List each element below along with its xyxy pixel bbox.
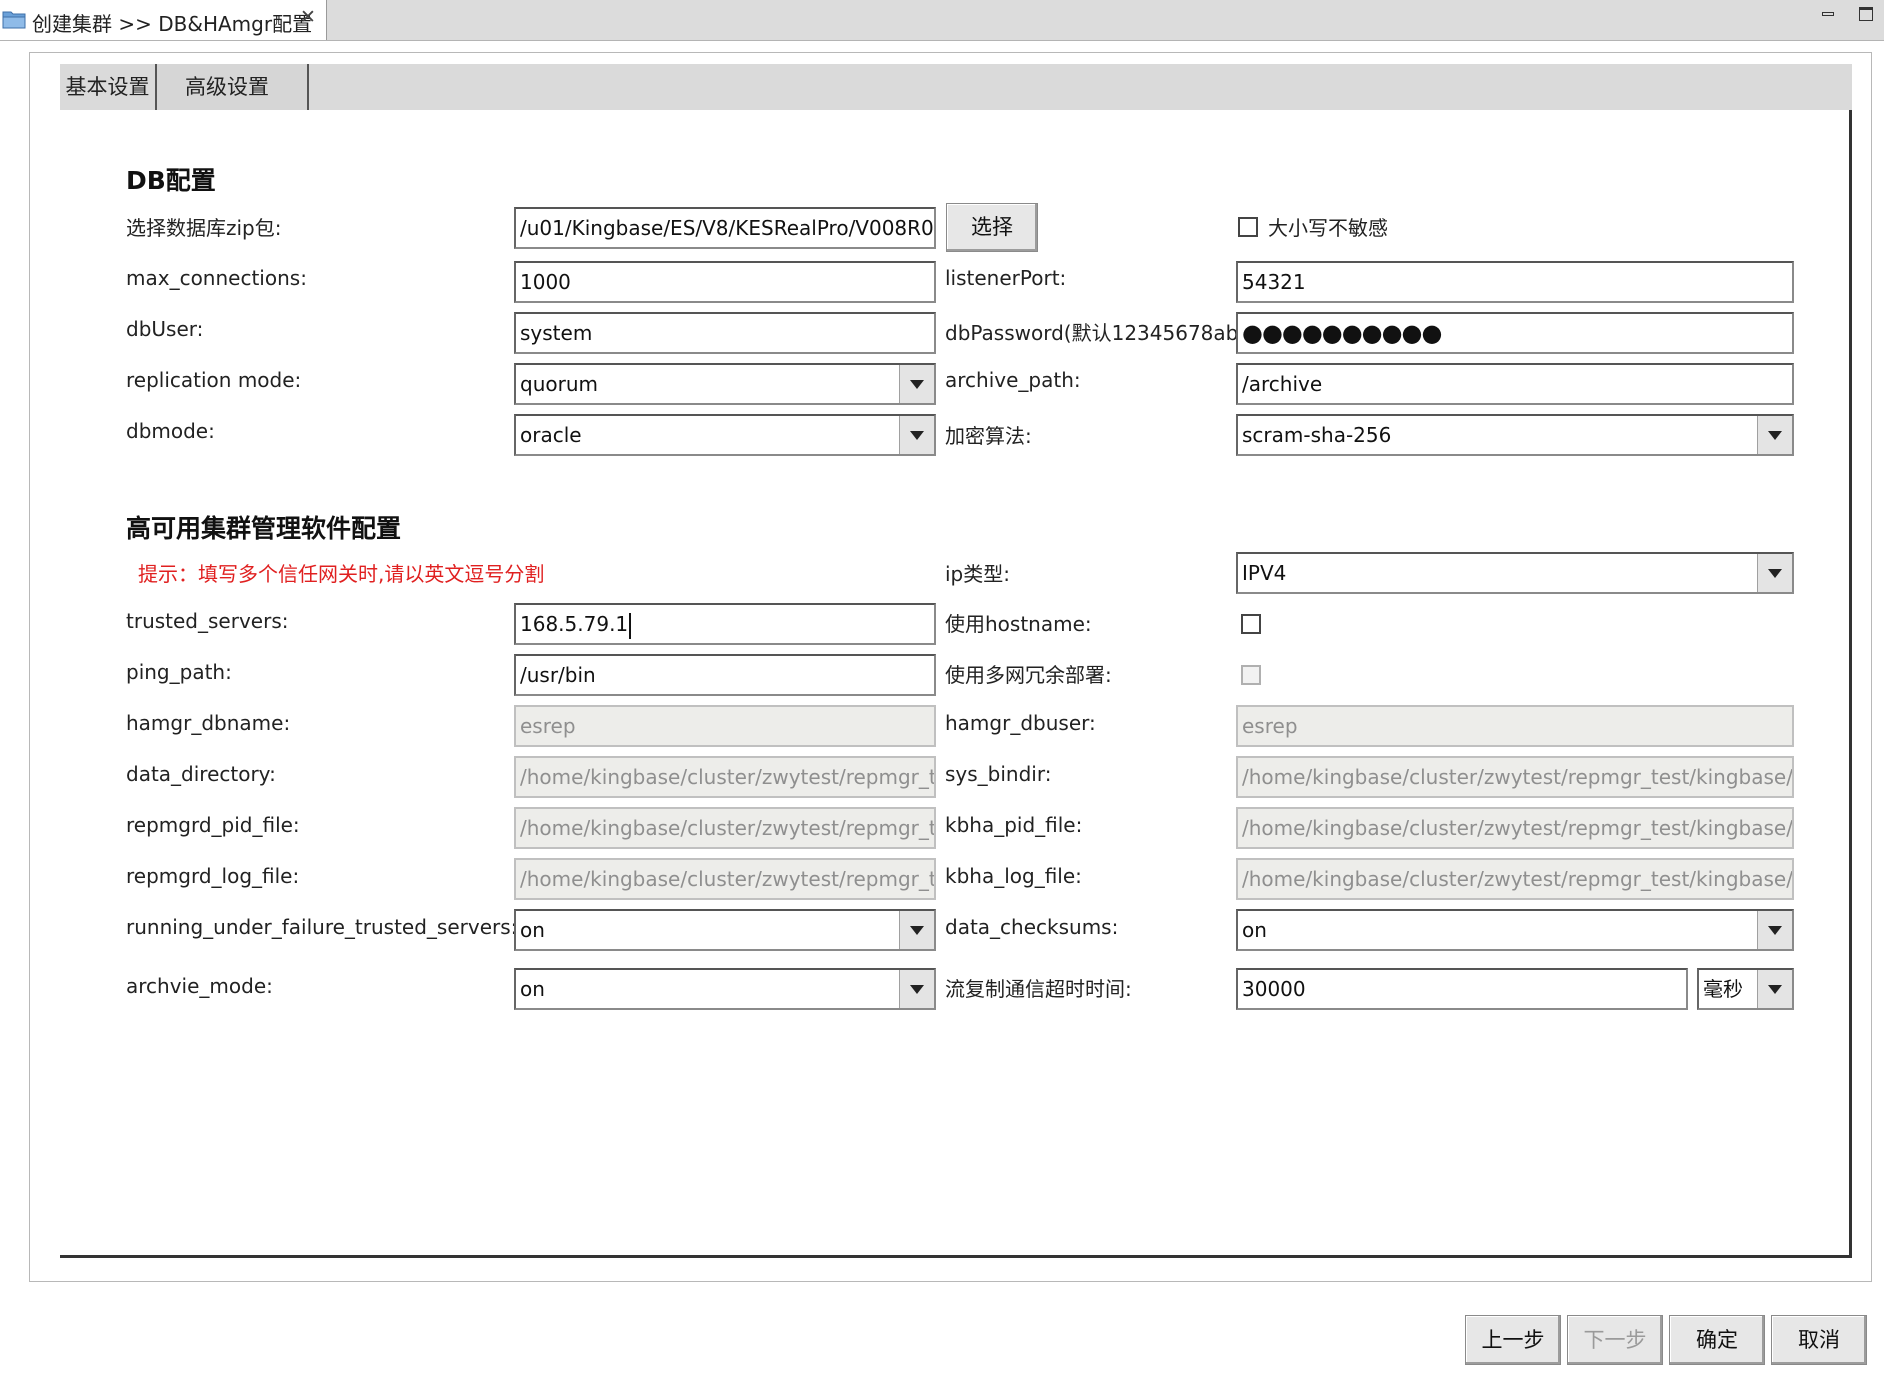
- minimize-icon[interactable]: [1818, 4, 1838, 24]
- listener-port-input[interactable]: 54321: [1236, 261, 1794, 303]
- kbha-log-file-label: kbha_log_file:: [945, 864, 1082, 888]
- editor-tab-title: 创建集群 >> DB&HAmgr配置: [32, 12, 313, 36]
- archive-mode-label: archvie_mode:: [126, 974, 273, 998]
- trusted-servers-input[interactable]: 168.5.79.1: [514, 603, 936, 645]
- cancel-button[interactable]: 取消: [1771, 1315, 1867, 1365]
- prev-step-button[interactable]: 上一步: [1465, 1315, 1561, 1365]
- hamgr-dbuser-input[interactable]: esrep: [1236, 705, 1794, 747]
- tab-advanced-label: 高级设置: [185, 75, 269, 99]
- folder-icon: [2, 11, 26, 29]
- chevron-down-icon[interactable]: [899, 365, 934, 403]
- listener-port-label: listenerPort:: [945, 266, 1067, 290]
- chevron-down-icon[interactable]: [1757, 554, 1792, 592]
- text-caret: [629, 612, 632, 639]
- chevron-down-icon[interactable]: [899, 911, 934, 949]
- data-directory-input[interactable]: /home/kingbase/cluster/zwytest/repmgr_te…: [514, 756, 936, 798]
- multi-net-label: 使用多网冗余部署:: [945, 663, 1112, 687]
- use-hostname-label: 使用hostname:: [945, 612, 1092, 636]
- repmgrd-log-file-label: repmgrd_log_file:: [126, 864, 300, 888]
- running-under-failure-select[interactable]: on: [514, 909, 936, 951]
- chevron-down-icon[interactable]: [1757, 911, 1792, 949]
- tab-advanced-settings[interactable]: 高级设置: [155, 64, 309, 110]
- data-checksums-select[interactable]: on: [1236, 909, 1794, 951]
- db-user-label: dbUser:: [126, 317, 204, 341]
- running-under-failure-value: on: [520, 918, 545, 942]
- ping-path-input[interactable]: /usr/bin: [514, 654, 936, 696]
- data-checksums-label: data_checksums:: [945, 915, 1119, 939]
- replication-mode-value: quorum: [520, 372, 598, 396]
- replication-mode-select[interactable]: quorum: [514, 363, 936, 405]
- data-directory-label: data_directory:: [126, 762, 276, 786]
- multi-net-checkbox[interactable]: [1241, 665, 1261, 685]
- max-connections-input[interactable]: 1000: [514, 261, 936, 303]
- ip-type-value: IPV4: [1242, 561, 1287, 585]
- ok-button[interactable]: 确定: [1669, 1315, 1765, 1365]
- trusted-servers-label: trusted_servers:: [126, 609, 289, 633]
- dbmode-label: dbmode:: [126, 419, 215, 443]
- hamgr-dbname-input[interactable]: esrep: [514, 705, 936, 747]
- encryption-value: scram-sha-256: [1242, 423, 1392, 447]
- dbmode-select[interactable]: oracle: [514, 414, 936, 456]
- encryption-select[interactable]: scram-sha-256: [1236, 414, 1794, 456]
- tab-basic-settings[interactable]: 基本设置: [60, 64, 155, 110]
- repmgrd-pid-file-label: repmgrd_pid_file:: [126, 813, 300, 837]
- maximize-icon[interactable]: [1856, 4, 1876, 24]
- dbmode-value: oracle: [520, 423, 582, 447]
- archive-mode-select[interactable]: on: [514, 968, 936, 1010]
- db-section-title: DB配置: [126, 166, 216, 195]
- sys-bindir-label: sys_bindir:: [945, 762, 1052, 786]
- close-icon[interactable]: ✕: [300, 6, 316, 28]
- kbha-pid-file-input[interactable]: /home/kingbase/cluster/zwytest/repmgr_te…: [1236, 807, 1794, 849]
- max-connections-label: max_connections:: [126, 266, 307, 290]
- repmgrd-log-file-input[interactable]: /home/kingbase/cluster/zwytest/repmgr_te…: [514, 858, 936, 900]
- encryption-label: 加密算法:: [945, 424, 1032, 448]
- ping-path-label: ping_path:: [126, 660, 232, 684]
- sys-bindir-input[interactable]: /home/kingbase/cluster/zwytest/repmgr_te…: [1236, 756, 1794, 798]
- settings-tabbar: 基本设置 高级设置: [60, 64, 1852, 110]
- ha-section-title: 高可用集群管理软件配置: [126, 514, 402, 543]
- db-user-input[interactable]: system: [514, 312, 936, 354]
- kbha-pid-file-label: kbha_pid_file:: [945, 813, 1083, 837]
- kbha-log-file-input[interactable]: /home/kingbase/cluster/zwytest/repmgr_te…: [1236, 858, 1794, 900]
- ip-type-select[interactable]: IPV4: [1236, 552, 1794, 594]
- chevron-down-icon[interactable]: [1757, 416, 1792, 454]
- ip-type-label: ip类型:: [945, 562, 1010, 586]
- trusted-servers-value: 168.5.79.1: [520, 612, 629, 636]
- archive-path-input[interactable]: /archive: [1236, 363, 1794, 405]
- data-checksums-value: on: [1242, 918, 1267, 942]
- chevron-down-icon[interactable]: [1757, 970, 1792, 1008]
- zip-label: 选择数据库zip包:: [126, 216, 282, 240]
- stream-timeout-unit-select[interactable]: 毫秒: [1697, 968, 1794, 1010]
- repmgrd-pid-file-input[interactable]: /home/kingbase/cluster/zwytest/repmgr_te…: [514, 807, 936, 849]
- stream-timeout-unit-value: 毫秒: [1703, 977, 1743, 1001]
- choose-button[interactable]: 选择: [946, 203, 1038, 252]
- archive-mode-value: on: [520, 977, 545, 1001]
- use-hostname-checkbox[interactable]: [1241, 614, 1261, 634]
- next-step-button[interactable]: 下一步: [1567, 1315, 1663, 1365]
- db-password-label: dbPassword(默认12345678ab):: [945, 321, 1253, 345]
- case-insensitive-checkbox[interactable]: [1238, 217, 1258, 237]
- replication-mode-label: replication mode:: [126, 368, 302, 392]
- stream-timeout-label: 流复制通信超时时间:: [945, 977, 1132, 1001]
- stream-timeout-input[interactable]: 30000: [1236, 968, 1688, 1010]
- trusted-servers-hint: 提示：填写多个信任网关时,请以英文逗号分割: [138, 562, 545, 586]
- chevron-down-icon[interactable]: [899, 416, 934, 454]
- case-insensitive-label: 大小写不敏感: [1268, 216, 1388, 240]
- running-under-failure-label: running_under_failure_trusted_servers:: [126, 915, 518, 939]
- zip-path-input[interactable]: /u01/Kingbase/ES/V8/KESRealPro/V008R006: [514, 207, 936, 249]
- hamgr-dbuser-label: hamgr_dbuser:: [945, 711, 1096, 735]
- archive-path-label: archive_path:: [945, 368, 1081, 392]
- db-password-input[interactable]: ●●●●●●●●●●: [1236, 312, 1794, 354]
- chevron-down-icon[interactable]: [899, 970, 934, 1008]
- editor-tab[interactable]: 创建集群 >> DB&HAmgr配置 ✕: [0, 0, 327, 40]
- hamgr-dbname-label: hamgr_dbname:: [126, 711, 291, 735]
